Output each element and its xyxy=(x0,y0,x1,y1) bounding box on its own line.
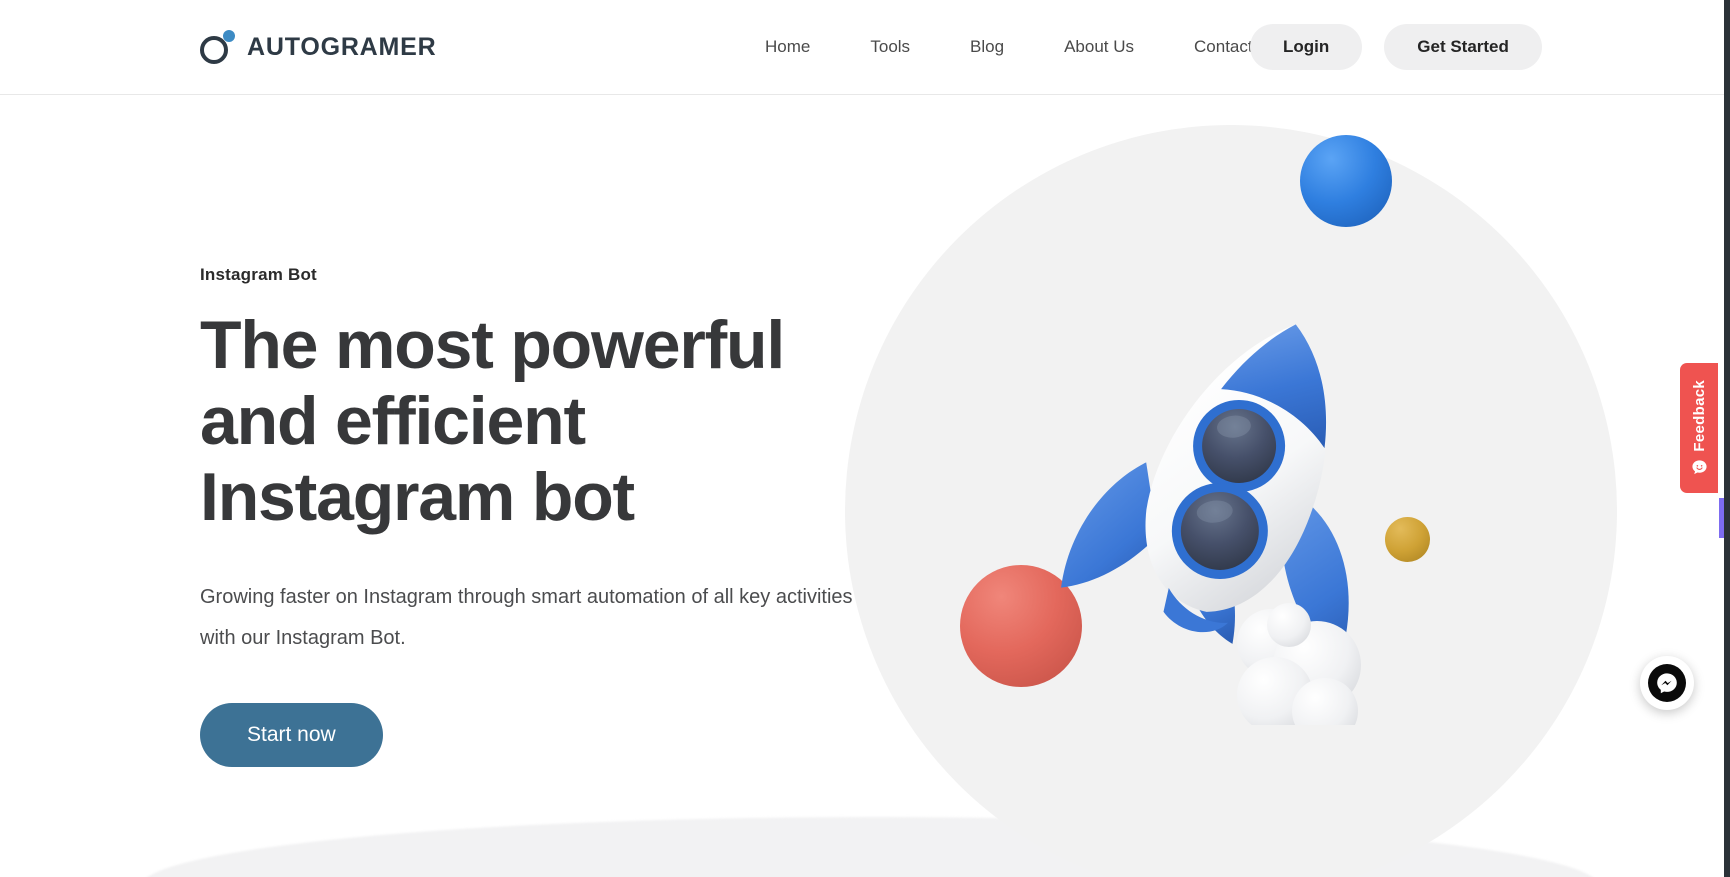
hero-subcopy: Growing faster on Instagram through smar… xyxy=(200,586,853,650)
nav-item-about-us[interactable]: About Us xyxy=(1034,37,1164,57)
hero-illustration xyxy=(845,115,1620,877)
feedback-label: Feedback xyxy=(1690,380,1708,452)
site-header: AUTOGRAMER Home Tools Blog About Us Cont… xyxy=(0,0,1724,95)
circle-ring-dot-icon xyxy=(200,30,235,64)
rocket-icon xyxy=(1061,324,1361,725)
nav-item-blog[interactable]: Blog xyxy=(940,37,1034,57)
login-button[interactable]: Login xyxy=(1250,24,1363,70)
header-actions: Login Get Started xyxy=(1250,24,1542,70)
blue-sphere-icon xyxy=(1300,135,1392,227)
logo-dot-shape xyxy=(223,30,235,42)
hero-copy-block: Instagram Bot The most powerful and effi… xyxy=(200,265,880,768)
vertical-scrollbar-thumb[interactable] xyxy=(1719,498,1724,538)
get-started-button[interactable]: Get Started xyxy=(1384,24,1542,70)
nav-item-home[interactable]: Home xyxy=(735,37,840,57)
smiley-speech-bubble-icon xyxy=(1691,460,1707,474)
page-title: The most powerful and efficient Instagra… xyxy=(200,307,785,536)
hero-section: Instagram Bot The most powerful and effi… xyxy=(0,95,1724,877)
browser-viewport: AUTOGRAMER Home Tools Blog About Us Cont… xyxy=(0,0,1730,877)
start-now-button[interactable]: Start now xyxy=(200,703,383,768)
brand-name: AUTOGRAMER xyxy=(247,32,437,61)
main-navigation: Home Tools Blog About Us Contact xyxy=(735,37,1283,57)
messenger-chat-button[interactable] xyxy=(1640,656,1694,710)
brand-logo[interactable]: AUTOGRAMER xyxy=(200,30,436,64)
hero-eyebrow: Instagram Bot xyxy=(200,265,317,284)
nav-item-tools[interactable]: Tools xyxy=(840,37,940,57)
messenger-icon xyxy=(1648,664,1686,702)
feedback-tab[interactable]: Feedback xyxy=(1680,363,1718,493)
